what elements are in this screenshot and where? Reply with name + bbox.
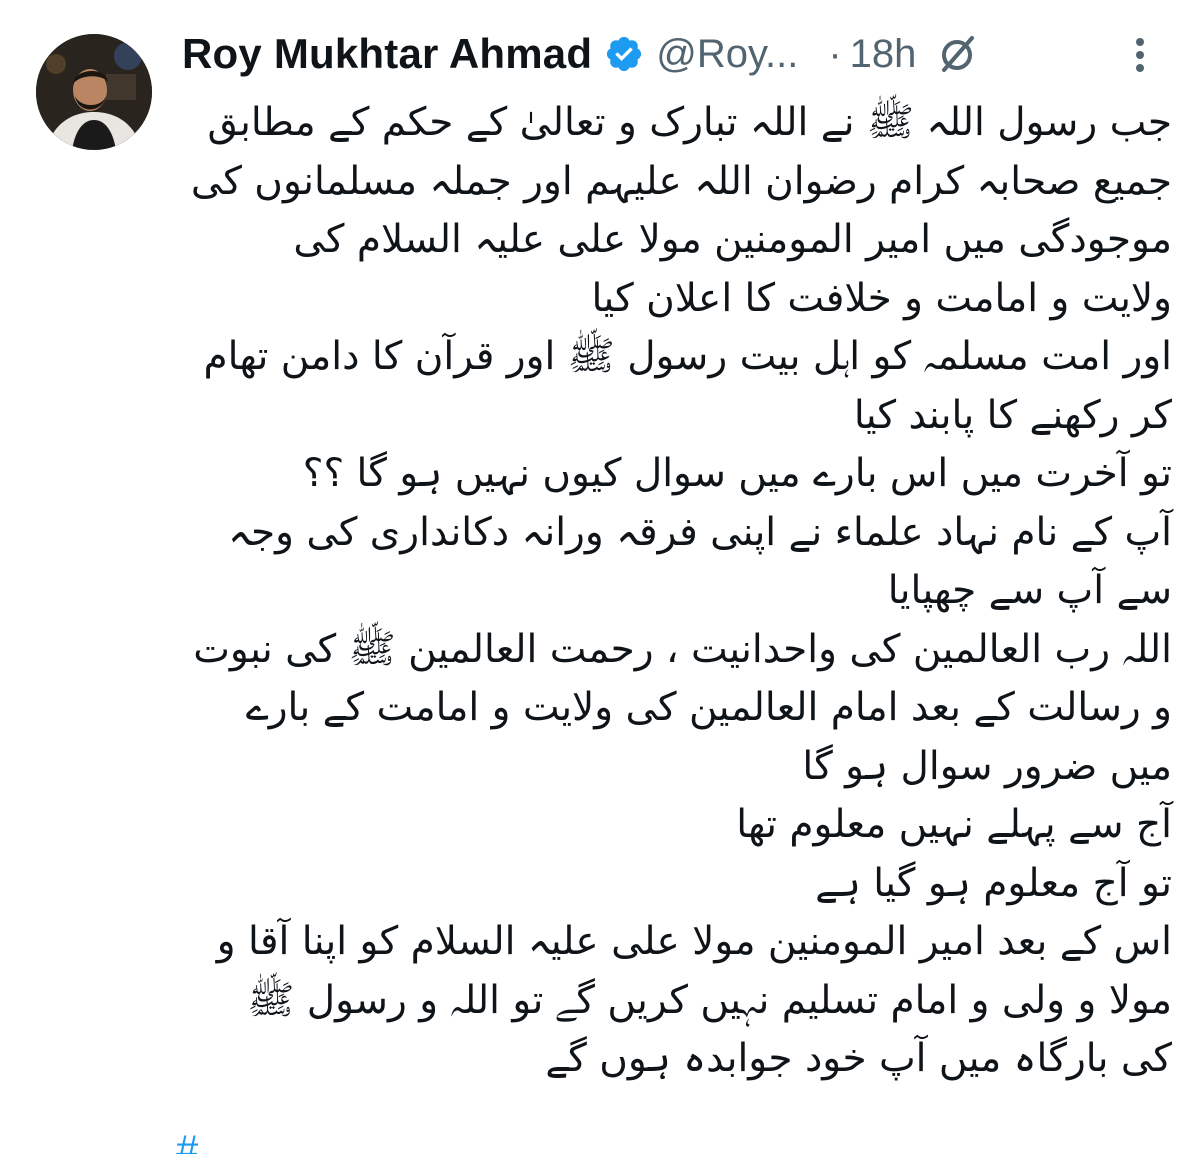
tweet-text-line: و رسالت کے بعد امام العالمین کی ولایت و …	[245, 685, 1172, 730]
tweet-text-line: آپ کے نام نہاد علماء نے اپنی فرقہ ورانہ …	[228, 509, 1172, 555]
separator-dot: ·	[828, 31, 842, 76]
more-options-icon[interactable]	[1120, 30, 1160, 80]
grok-icon[interactable]	[936, 32, 980, 76]
hashtag-link[interactable]: #	[176, 1124, 1172, 1154]
tweet[interactable]: Roy Mukhtar Ahmad @Roy... · 18h جب رسول …	[0, 0, 1200, 1154]
tweet-text: جب رسول اللہ ﷺ نے اللہ تبارک و تعالیٰ کے…	[176, 94, 1172, 1089]
tweet-text-line: تو آخرت میں اس بارے میں سوال کیوں نہیں ہ…	[302, 451, 1172, 496]
tweet-text-line: کر رکھنے کا پابند کیا	[853, 392, 1172, 438]
profile-avatar[interactable]	[36, 34, 152, 150]
author-display-name[interactable]: Roy Mukhtar Ahmad	[182, 30, 592, 78]
hashtag-text[interactable]: #	[176, 1128, 198, 1154]
tweet-text-line: اللہ رب العالمین کی واحدانیت ، رحمت العا…	[193, 626, 1172, 672]
tweet-text-line: جب رسول اللہ ﷺ نے اللہ تبارک و تعالیٰ کے…	[207, 100, 1172, 145]
tweet-text-line: میں ضرور سوال ہو گا	[802, 743, 1172, 789]
tweet-text-line: مولا و ولی و امام تسلیم نہیں کریں گے تو …	[247, 977, 1172, 1023]
author-handle[interactable]: @Roy...	[656, 32, 798, 77]
verified-badge-icon[interactable]	[604, 34, 644, 74]
avatar-image	[36, 34, 152, 150]
tweet-timestamp[interactable]: 18h	[850, 32, 917, 77]
tweet-text-line: سے آپ سے چھپایا	[887, 568, 1172, 613]
tweet-text-line: اس کے بعد امیر المومنین مولا علی علیہ ال…	[216, 919, 1172, 964]
tweet-text-line: موجودگی میں امیر المومنین مولا علی علیہ …	[293, 217, 1172, 262]
tweet-text-line: جمیع صحابہ کرام رضوان اللہ علیہم اور جمل…	[190, 158, 1172, 204]
tweet-header: Roy Mukhtar Ahmad @Roy... · 18h	[182, 26, 1182, 82]
tweet-text-line: ولایت و امامت و خلافت کا اعلان کیا	[591, 275, 1172, 321]
tweet-text-line: اور امت مسلمہ کو اہل بیت رسول ﷺ اور قرآن…	[203, 334, 1172, 379]
tweet-text-line: کی بارگاہ میں آپ خود جوابدہ ہوں گے	[545, 1036, 1172, 1081]
tweet-text-line: آج سے پہلے نہیں معلوم تھا	[736, 802, 1172, 847]
tweet-text-line: تو آج معلوم ہو گیا ہے	[815, 860, 1172, 906]
